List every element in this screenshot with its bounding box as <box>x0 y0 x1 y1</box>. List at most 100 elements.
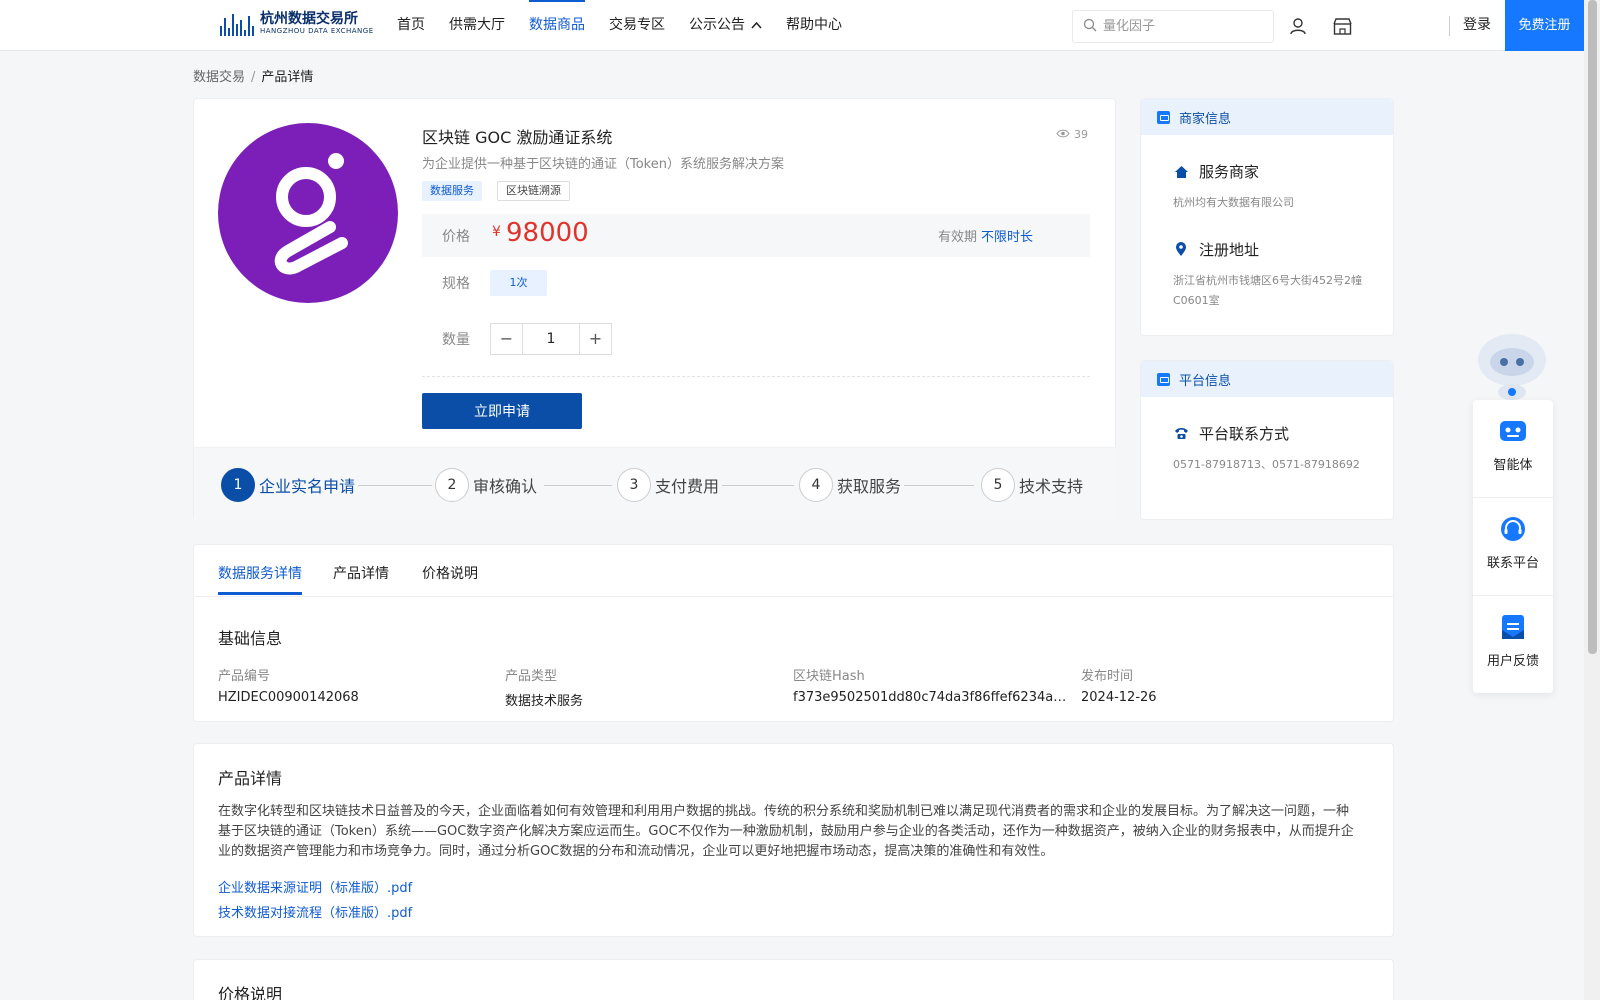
breadcrumb-separator: / <box>251 70 256 85</box>
step-label: 审核确认 <box>473 477 538 496</box>
float-feedback[interactable]: 用户反馈 <box>1473 596 1553 693</box>
search-box[interactable] <box>1072 10 1274 43</box>
product-title: 区块链 GOC 激励通证系统 <box>422 128 613 147</box>
platform-info-title: 平台信息 <box>1179 373 1232 389</box>
validity: 有效期 不限时长 <box>938 226 1033 245</box>
step-connector <box>358 485 432 486</box>
chevron-up-icon <box>751 1 762 51</box>
tab-product-detail[interactable]: 产品详情 <box>333 563 389 583</box>
float-agent-label: 智能体 <box>1493 458 1533 473</box>
field-label: 产品编号 <box>218 669 271 684</box>
field-label: 发布时间 <box>1081 669 1134 684</box>
field-blockchain-hash: 区块链Hash f373e9502501dd80c74da3f86ffef623… <box>793 665 1067 705</box>
nav-announcements[interactable]: 公示公告 <box>689 0 762 50</box>
view-count: 39 <box>1056 128 1088 141</box>
nav-trade-zone[interactable]: 交易专区 <box>609 0 665 50</box>
step-number: 2 <box>435 468 469 502</box>
product-subtitle: 为企业提供一种基于区块链的通证（Token）系统服务解决方案 <box>422 157 784 172</box>
field-label: 区块链Hash <box>793 669 865 684</box>
field-value: 2024-12-26 <box>1081 690 1157 705</box>
logo-text: 杭州数据交易所 <box>260 11 358 27</box>
service-merchant-label: 服务商家 <box>1173 161 1259 182</box>
price-value: 98000 <box>506 218 589 248</box>
tag-data-service: 数据服务 <box>422 181 482 201</box>
platform-contact-value: 0571-87918713、0571-87918692 <box>1173 458 1360 471</box>
login-link[interactable]: 登录 <box>1463 0 1491 51</box>
scrollbar-thumb[interactable] <box>1588 0 1597 654</box>
step-number: 3 <box>617 468 651 502</box>
field-value: 数据技术服务 <box>505 694 584 709</box>
field-value: HZIDEC00900142068 <box>218 690 359 705</box>
platform-info-card: 平台信息 平台联系方式 0571-87918713、0571-87918692 <box>1140 360 1394 520</box>
store-icon[interactable] <box>1331 15 1353 37</box>
register-button[interactable]: 免费注册 <box>1505 0 1584 51</box>
nav-data-products[interactable]: 数据商品 <box>529 0 585 50</box>
main-nav: 首页 供需大厅 数据商品 交易专区 公示公告 帮助中心 <box>385 0 854 50</box>
logo-subtext: HANGZHOU DATA EXCHANGE <box>260 27 374 35</box>
step-number: 4 <box>799 468 833 502</box>
merchant-info-title: 商家信息 <box>1179 111 1232 127</box>
product-detail-text: 在数字化转型和区块链技术日益普及的今天，企业面临着如何有效管理和利用用户数据的挑… <box>218 804 1354 859</box>
assistant-robot-icon[interactable] <box>1474 326 1550 402</box>
validity-label: 有效期 <box>938 230 978 245</box>
floating-menu: 智能体 联系平台 用户反馈 <box>1473 400 1553 693</box>
pdf-link-integration-process[interactable]: 技术数据对接流程（标准版）.pdf <box>218 902 412 921</box>
nav-home[interactable]: 首页 <box>397 0 425 50</box>
nav-help-center[interactable]: 帮助中心 <box>786 0 842 50</box>
step-2: 2 审核确认 <box>435 468 537 502</box>
spec-label: 规格 <box>442 276 470 292</box>
search-icon <box>1083 18 1097 36</box>
step-1: 1 企业实名申请 <box>221 468 355 502</box>
step-label: 企业实名申请 <box>259 477 356 496</box>
price-label: 价格 <box>442 229 470 245</box>
service-merchant-value: 杭州均有大数据有限公司 <box>1173 196 1294 209</box>
platform-info-header: 平台信息 <box>1141 361 1393 397</box>
detail-tabs-card: 数据服务详情 产品详情 价格说明 基础信息 产品编号 HZIDEC0090014… <box>193 544 1394 722</box>
float-contact[interactable]: 联系平台 <box>1473 498 1553 595</box>
home-icon <box>1173 165 1189 179</box>
top-header: 杭州数据交易所 HANGZHOU DATA EXCHANGE 首页 供需大厅 数… <box>0 0 1584 51</box>
product-detail-title: 产品详情 <box>218 769 283 788</box>
logo[interactable]: 杭州数据交易所 HANGZHOU DATA EXCHANGE <box>220 12 374 36</box>
tab-data-service-detail[interactable]: 数据服务详情 <box>218 563 302 583</box>
apply-now-button[interactable]: 立即申请 <box>422 393 582 429</box>
float-agent[interactable]: 智能体 <box>1473 400 1553 497</box>
quantity-minus-button[interactable]: − <box>491 324 522 354</box>
float-feedback-label: 用户反馈 <box>1486 654 1539 669</box>
merchant-info-header: 商家信息 <box>1141 99 1393 135</box>
headset-icon <box>1498 514 1528 544</box>
platform-contact-title: 平台联系方式 <box>1199 425 1290 443</box>
step-connector <box>544 485 612 486</box>
store-icon <box>1157 110 1170 124</box>
step-4: 4 获取服务 <box>799 468 901 502</box>
search-input[interactable] <box>1103 19 1263 34</box>
spec-option-1[interactable]: 1次 <box>490 270 547 296</box>
phone-icon <box>1173 427 1189 440</box>
page-scrollbar[interactable] <box>1584 0 1600 1000</box>
registered-address-label: 注册地址 <box>1173 239 1259 260</box>
step-connector <box>904 485 974 486</box>
step-label: 获取服务 <box>837 477 902 496</box>
quantity-plus-button[interactable]: + <box>580 324 611 354</box>
price-description-title: 价格说明 <box>218 985 283 1000</box>
tab-price-description[interactable]: 价格说明 <box>422 563 478 583</box>
detail-tabs: 数据服务详情 产品详情 价格说明 <box>194 545 1393 597</box>
quantity-input[interactable]: 1 <box>522 324 580 354</box>
merchant-info-card: 商家信息 服务商家 杭州均有大数据有限公司 注册地址 浙江省杭州市钱塘区6号大街… <box>1140 98 1394 336</box>
service-merchant-title: 服务商家 <box>1199 163 1260 181</box>
registered-address-value: 浙江省杭州市钱塘区6号大街452号2幢C0601室 <box>1173 274 1362 307</box>
active-tab-indicator <box>218 592 302 595</box>
breadcrumb-root[interactable]: 数据交易 <box>193 70 245 85</box>
nav-supply-demand[interactable]: 供需大厅 <box>449 0 505 50</box>
pdf-link-data-source[interactable]: 企业数据来源证明（标准版）.pdf <box>218 877 412 896</box>
step-number: 1 <box>221 468 255 502</box>
view-count-value: 39 <box>1074 128 1088 141</box>
platform-contact-label: 平台联系方式 <box>1173 423 1289 444</box>
price-row: 价格 ¥ 98000 有效期 不限时长 <box>422 214 1090 257</box>
product-logo <box>218 123 398 303</box>
divider <box>422 376 1090 377</box>
breadcrumb: 数据交易 / 产品详情 <box>193 66 313 85</box>
basic-info-title: 基础信息 <box>218 629 283 648</box>
quantity-label: 数量 <box>442 332 470 348</box>
user-icon[interactable] <box>1287 15 1309 37</box>
